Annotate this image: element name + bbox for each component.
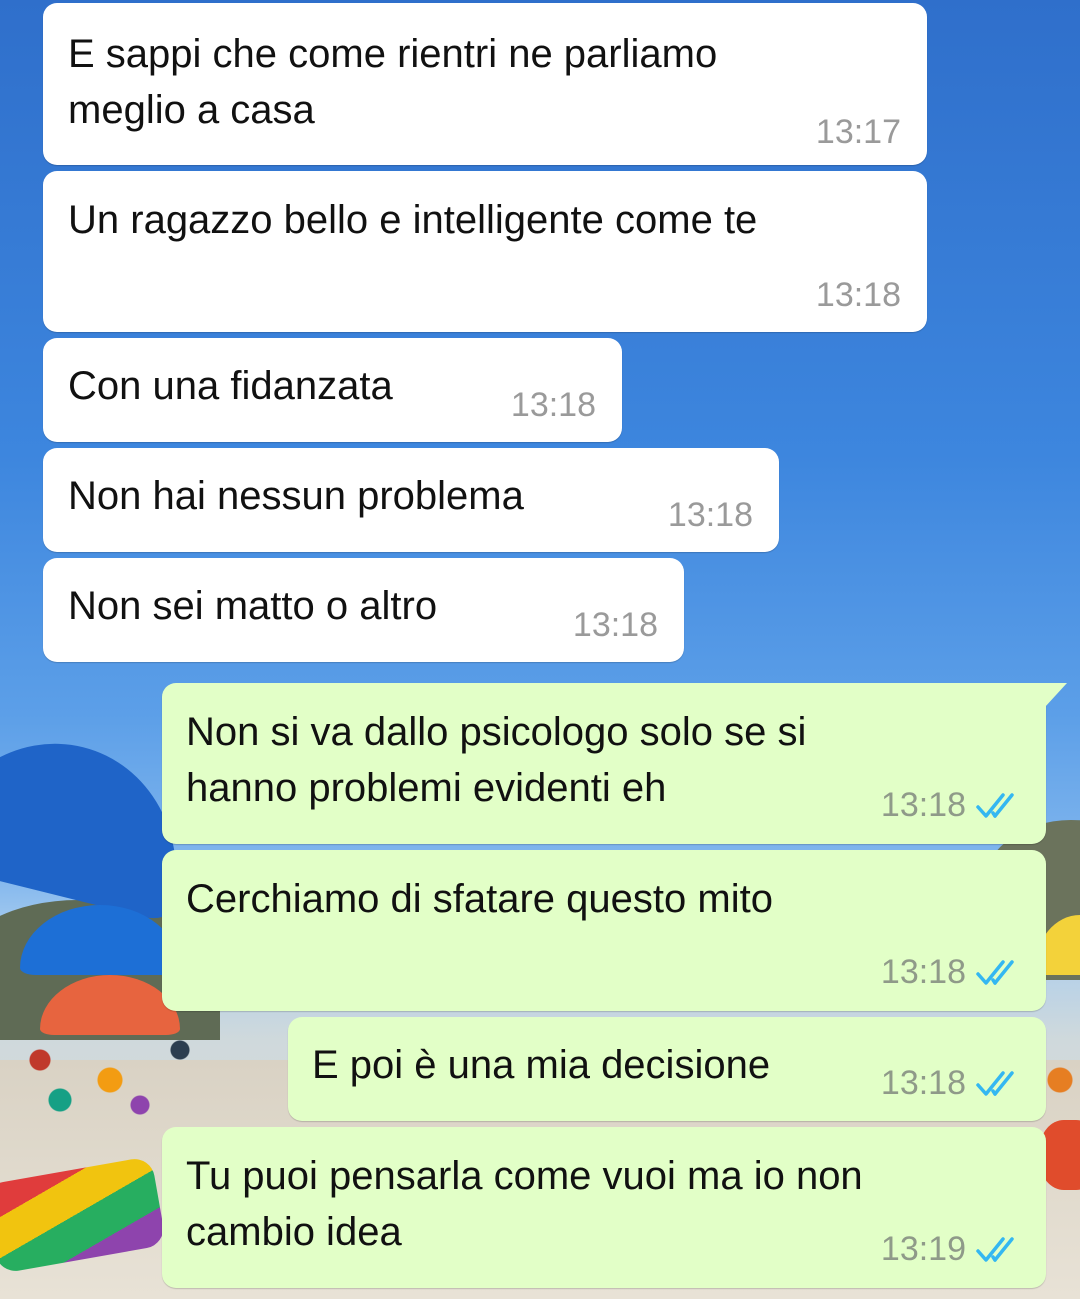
message-line: Non si va dallo psicologo solo se si bbox=[186, 710, 807, 754]
message-time: 13:19 bbox=[880, 1230, 966, 1268]
message-time: 13:18 bbox=[880, 1064, 966, 1102]
message-meta: 13:19 bbox=[881, 1230, 1024, 1268]
message-text: E poi è una mia decisione bbox=[312, 1037, 770, 1093]
message-bubble-outgoing[interactable]: Tu puoi pensarla come vuoi ma io non cam… bbox=[162, 1127, 1046, 1288]
message-meta: 13:18 bbox=[881, 786, 1024, 824]
message-bubble-outgoing[interactable]: Non si va dallo psicologo solo se si han… bbox=[162, 683, 1067, 844]
double-check-read-icon bbox=[976, 1237, 1014, 1262]
message-text: Non si va dallo psicologo solo se si han… bbox=[186, 704, 806, 816]
message-meta: 13:18 bbox=[881, 953, 1024, 991]
message-time: 13:17 bbox=[815, 113, 901, 151]
message-bubble-incoming[interactable]: Non hai nessun problema 13:18 bbox=[43, 448, 779, 552]
message-time: 13:18 bbox=[880, 786, 966, 824]
bubble-tail bbox=[1045, 683, 1067, 707]
message-line: Non hai nessun problema bbox=[68, 474, 524, 518]
message-meta: 13:18 bbox=[668, 496, 753, 534]
message-bubble-outgoing[interactable]: Cerchiamo di sfatare questo mito 13:18 bbox=[162, 850, 1046, 1011]
message-meta: 13:18 bbox=[511, 386, 596, 424]
message-text: E sappi che come rientri ne parliamo meg… bbox=[68, 26, 717, 138]
message-line: Cerchiamo di sfatare questo mito bbox=[186, 877, 773, 921]
message-bubble-incoming[interactable]: Con una fidanzata 13:18 bbox=[43, 338, 622, 442]
message-time: 13:18 bbox=[572, 606, 658, 644]
message-bubble-outgoing[interactable]: E poi è una mia decisione 13:18 bbox=[288, 1017, 1046, 1121]
message-meta: 13:18 bbox=[816, 276, 901, 314]
message-line: E sappi che come rientri ne parliamo bbox=[68, 32, 718, 76]
message-line: Con una fidanzata bbox=[68, 364, 393, 408]
message-line: cambio idea bbox=[186, 1210, 402, 1254]
message-line: hanno problemi evidenti eh bbox=[186, 766, 667, 810]
message-meta: 13:17 bbox=[816, 113, 901, 151]
message-bubble-incoming[interactable]: Non sei matto o altro 13:18 bbox=[43, 558, 684, 662]
message-text: Un ragazzo bello e intelligente come te bbox=[68, 192, 757, 248]
message-text: Cerchiamo di sfatare questo mito bbox=[186, 871, 773, 927]
double-check-read-icon bbox=[976, 793, 1014, 818]
message-bubble-incoming[interactable]: E sappi che come rientri ne parliamo meg… bbox=[43, 3, 927, 165]
message-time: 13:18 bbox=[510, 386, 596, 424]
message-line: E poi è una mia decisione bbox=[312, 1043, 771, 1087]
message-line: meglio a casa bbox=[68, 88, 315, 132]
message-time: 13:18 bbox=[880, 953, 966, 991]
message-text: Tu puoi pensarla come vuoi ma io non cam… bbox=[186, 1148, 863, 1260]
message-line: Tu puoi pensarla come vuoi ma io non bbox=[186, 1154, 863, 1198]
message-text: Non hai nessun problema bbox=[68, 468, 524, 524]
message-line: Un ragazzo bello e intelligente come te bbox=[68, 198, 758, 242]
message-meta: 13:18 bbox=[573, 606, 658, 644]
message-list[interactable]: E sappi che come rientri ne parliamo meg… bbox=[0, 0, 1080, 1299]
message-text: Con una fidanzata bbox=[68, 358, 393, 414]
double-check-read-icon bbox=[976, 1071, 1014, 1096]
message-text: Non sei matto o altro bbox=[68, 578, 437, 634]
message-bubble-incoming[interactable]: Un ragazzo bello e intelligente come te … bbox=[43, 171, 927, 332]
message-time: 13:18 bbox=[815, 276, 901, 314]
message-meta: 13:18 bbox=[881, 1064, 1024, 1102]
double-check-read-icon bbox=[976, 960, 1014, 985]
message-line: Non sei matto o altro bbox=[68, 584, 438, 628]
message-time: 13:18 bbox=[667, 496, 753, 534]
